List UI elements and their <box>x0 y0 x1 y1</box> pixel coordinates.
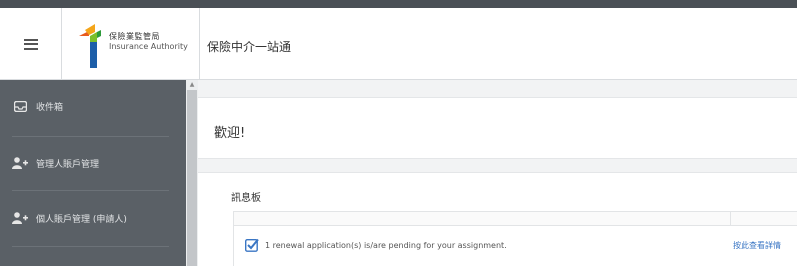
message-text: 1 renewal application(s) is/are pending … <box>265 241 507 250</box>
user-plus-icon <box>12 156 28 170</box>
sidebar-item-label: 收件箱 <box>36 102 64 113</box>
user-plus-icon <box>12 211 28 225</box>
sidebar-divider <box>12 246 169 247</box>
sidebar-item-inbox[interactable]: 收件箱 <box>12 80 172 132</box>
main-content: 歡迎! 訊息板 1 renewal application(s) is/are … <box>198 80 797 266</box>
logo-name-en: Insurance Authority <box>109 42 188 51</box>
message-board-table: 1 renewal application(s) is/are pending … <box>233 211 797 266</box>
column-divider <box>730 212 731 226</box>
menu-toggle-button[interactable] <box>0 8 62 80</box>
page-title: 保險中介一站通 <box>207 40 292 54</box>
logo[interactable]: 保險業監管局 Insurance Authority <box>62 8 200 80</box>
sidebar: 收件箱 管理人賬戶管理 個人賬戶管理 (申請人) <box>0 80 186 266</box>
insurance-authority-logo-icon <box>79 24 101 68</box>
welcome-panel: 歡迎! <box>198 97 797 159</box>
hamburger-icon <box>23 38 38 50</box>
checkbox-checked-icon[interactable] <box>245 238 259 252</box>
logo-text: 保險業監管局 Insurance Authority <box>109 32 188 52</box>
sidebar-divider <box>12 190 169 191</box>
sidebar-item-admin-accounts[interactable]: 管理人賬戶管理 <box>12 137 172 189</box>
scrollbar-thumb[interactable] <box>187 90 197 266</box>
sidebar-item-label: 個人賬戶管理 (申請人) <box>36 214 127 225</box>
sidebar-item-personal-accounts[interactable]: 個人賬戶管理 (申請人) <box>12 192 172 244</box>
message-board-title: 訊息板 <box>231 193 261 204</box>
scroll-up-arrow-icon[interactable]: ▲ <box>186 80 198 90</box>
logo-name-zh: 保險業監管局 <box>109 32 160 41</box>
table-row: 1 renewal application(s) is/are pending … <box>234 226 797 266</box>
view-details-link[interactable]: 按此查看詳情 <box>733 240 781 251</box>
inbox-icon <box>12 99 28 113</box>
sidebar-item-label: 管理人賬戶管理 <box>36 159 100 170</box>
top-strip <box>0 0 797 8</box>
welcome-heading: 歡迎! <box>214 126 246 141</box>
app-header: 保險業監管局 Insurance Authority 保險中介一站通 <box>0 8 797 80</box>
table-header <box>234 212 797 226</box>
message-board-panel: 訊息板 1 renewal application(s) is/are pend… <box>198 172 797 266</box>
